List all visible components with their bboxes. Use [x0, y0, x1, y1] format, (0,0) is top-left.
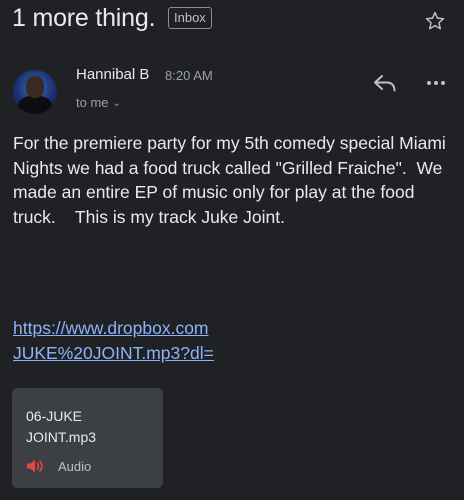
subject-row: 1 more thing. Inbox: [12, 2, 452, 36]
avatar-figure-head: [26, 76, 44, 98]
attachment-card[interactable]: 06-JUKE JOINT.mp3 Audio: [12, 388, 163, 488]
audio-icon: [27, 459, 43, 473]
link-line-1: https://www.dropbox.com: [13, 318, 209, 338]
more-icon[interactable]: [425, 72, 447, 94]
star-icon[interactable]: [424, 10, 446, 32]
avatar-figure-body: [18, 96, 52, 114]
link-line-2: JUKE%20JOINT.mp3?dl=: [13, 342, 214, 363]
sent-time: 8:20 AM: [165, 68, 213, 83]
email-subject: 1 more thing.: [12, 4, 156, 32]
reply-icon[interactable]: [372, 72, 398, 94]
email-body-text: For the premiere party for my 5th comedy…: [13, 133, 451, 227]
attachment-type: Audio: [58, 459, 92, 474]
attachment-filename-line-2: JOINT.mp3: [26, 429, 97, 445]
sender-avatar[interactable]: [13, 70, 57, 114]
recipient-details-toggle[interactable]: to me ⌄: [76, 95, 121, 110]
sender-name: Hannibal B: [76, 66, 150, 83]
attachment-filename: 06-JUKE JOINT.mp3: [26, 406, 156, 448]
inbox-label-chip[interactable]: Inbox: [168, 7, 212, 29]
chevron-down-icon: ⌄: [112, 98, 121, 109]
dropbox-link[interactable]: https://www.dropbox.com JUKE%20JOINT.mp3…: [13, 316, 214, 365]
attachment-filename-line-1: 06-JUKE: [26, 408, 83, 424]
recipient-label: to me: [76, 95, 109, 110]
